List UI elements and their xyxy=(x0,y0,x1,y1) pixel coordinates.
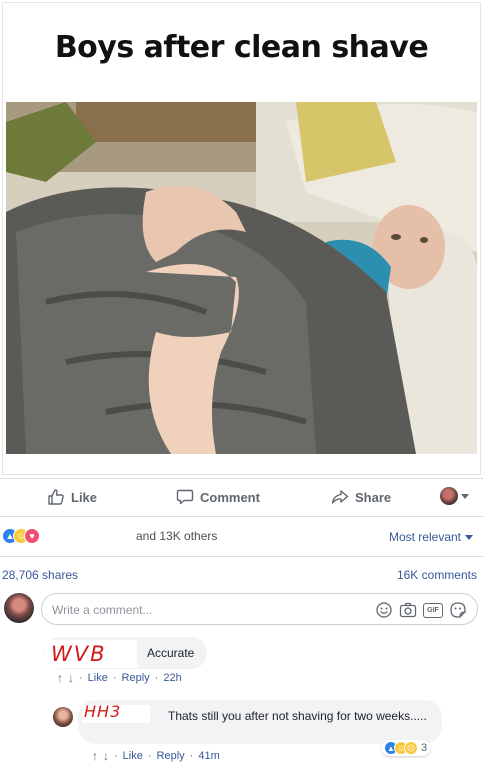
chevron-down-icon xyxy=(465,534,473,540)
name-scribble: WVB xyxy=(51,642,107,666)
downvote-icon[interactable]: ↓ xyxy=(103,749,109,763)
post-action-bar: Like Comment Share xyxy=(0,480,483,514)
comment-reply-link[interactable]: Reply xyxy=(122,672,150,684)
sort-label: Most relevant xyxy=(388,530,461,544)
comment-sort-dropdown[interactable]: Most relevant xyxy=(389,530,473,544)
profile-avatar xyxy=(440,487,458,505)
dot-separator: · xyxy=(112,672,117,684)
sad-reaction-icon: ☹ xyxy=(404,741,418,755)
image-caption: Boys after clean shave xyxy=(54,30,429,65)
post-as-selector[interactable] xyxy=(440,487,469,505)
like-button[interactable]: Like xyxy=(47,488,97,506)
redacted-names xyxy=(45,529,135,543)
love-reaction-icon: ♥ xyxy=(24,528,40,544)
comment-text: Thats still you after not shaving for tw… xyxy=(168,709,427,723)
dot-separator: · xyxy=(154,672,159,684)
comment-like-link[interactable]: Like xyxy=(88,672,108,684)
divider xyxy=(0,478,483,479)
comment-count-link[interactable]: 16K comments xyxy=(397,568,477,582)
comment-button-label: Comment xyxy=(200,489,260,505)
downvote-icon[interactable]: ↓ xyxy=(68,671,74,685)
post-image[interactable]: Boys after clean shave xyxy=(0,0,483,477)
comment-button[interactable]: Comment xyxy=(176,488,260,506)
composer-tools: GIF xyxy=(375,601,467,619)
gif-icon[interactable]: GIF xyxy=(423,603,443,618)
commenter-avatar[interactable] xyxy=(53,707,73,727)
comment-like-link[interactable]: Like xyxy=(123,750,143,762)
share-arrow-icon xyxy=(331,490,349,504)
baby-photo xyxy=(6,102,477,454)
camera-icon[interactable] xyxy=(399,601,417,619)
dot-separator: · xyxy=(79,672,83,684)
comment-reactions[interactable]: ▲ ☺ ☹ 3 xyxy=(381,740,431,756)
thumbs-up-icon xyxy=(48,489,64,505)
dot-separator: · xyxy=(189,750,194,762)
upvote-icon[interactable]: ↑ xyxy=(57,671,63,685)
divider xyxy=(0,556,483,557)
user-avatar xyxy=(4,593,34,623)
share-count-link[interactable]: 28,706 shares xyxy=(2,568,78,582)
post-stats: 28,706 shares 16K comments xyxy=(0,566,483,584)
comment-composer: GIF xyxy=(0,591,483,627)
comment-reaction-count: 3 xyxy=(421,742,428,754)
share-button[interactable]: Share xyxy=(331,488,391,506)
comment-input[interactable] xyxy=(52,601,352,619)
comment-text: Accurate xyxy=(147,646,195,660)
comment-bubble-icon xyxy=(176,489,194,505)
commenter-avatar-redacted xyxy=(5,636,35,666)
comment-timestamp[interactable]: 22h xyxy=(163,672,181,684)
dot-separator: · xyxy=(114,750,118,762)
emoji-icon[interactable] xyxy=(375,601,393,619)
upvote-icon[interactable]: ↑ xyxy=(92,749,98,763)
comment-meta: ↑ ↓ · Like · Reply · 41m xyxy=(92,749,220,763)
chevron-down-icon xyxy=(461,493,469,499)
sticker-icon[interactable] xyxy=(449,601,467,619)
divider xyxy=(0,516,483,517)
comment-reply-link[interactable]: Reply xyxy=(157,750,185,762)
share-button-label: Share xyxy=(355,489,392,505)
comment-meta: ↑ ↓ · Like · Reply · 22h xyxy=(57,671,182,685)
baby-photo-illustration xyxy=(6,102,477,454)
dot-separator: · xyxy=(147,750,152,762)
like-button-label: Like xyxy=(71,489,98,505)
comment-input-box[interactable]: GIF xyxy=(41,593,478,625)
reactions-summary: ▲ ☺ ♥ and 13K others Most relevant xyxy=(0,526,483,548)
reaction-count-text[interactable]: and 13K others xyxy=(136,529,217,543)
comment-timestamp[interactable]: 41m xyxy=(198,750,219,762)
